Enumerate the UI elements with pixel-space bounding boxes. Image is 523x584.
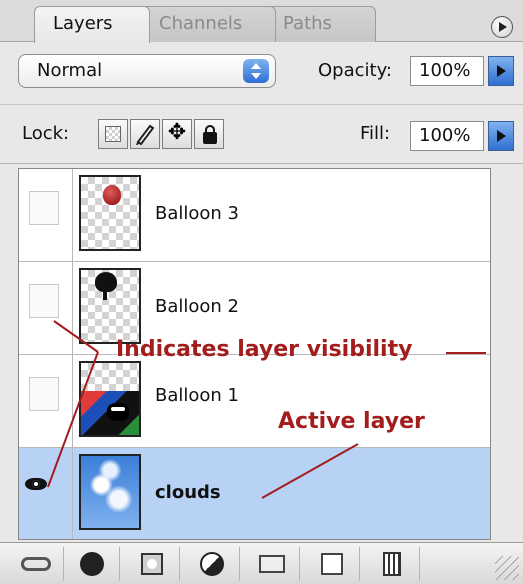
lock-row: Lock: ✥ Fill: 100% <box>0 104 523 164</box>
brush-icon <box>136 124 155 146</box>
resize-grip-icon[interactable] <box>495 556 519 580</box>
visibility-column <box>19 355 73 447</box>
opacity-field[interactable]: 100% <box>410 56 484 86</box>
checker-icon <box>105 126 121 142</box>
adjustment-layer-button[interactable] <box>184 547 240 581</box>
layer-thumbnail <box>79 454 141 530</box>
layer-name: Balloon 3 <box>155 203 239 224</box>
layer-row-balloon-1[interactable]: Balloon 1 <box>19 355 490 448</box>
fill-field[interactable]: 100% <box>410 121 484 151</box>
layer-thumbnail <box>79 268 141 344</box>
fill-slider-button[interactable] <box>488 121 514 151</box>
folder-icon <box>259 555 285 573</box>
layers-panel: Paths Channels Layers Normal Opacity: 10… <box>0 0 523 584</box>
adjustment-layer-icon <box>200 552 224 576</box>
delete-layer-button[interactable] <box>364 547 420 581</box>
layer-thumbnail <box>79 175 141 251</box>
blend-mode-value: Normal <box>37 60 103 81</box>
trash-icon <box>383 552 401 576</box>
layer-style-button[interactable] <box>64 547 120 581</box>
lock-label: Lock: <box>22 123 70 144</box>
layer-name: clouds <box>155 482 221 503</box>
new-group-button[interactable] <box>244 547 300 581</box>
link-icon <box>21 557 51 571</box>
blend-mode-select[interactable]: Normal <box>18 54 276 88</box>
new-layer-icon <box>321 553 343 575</box>
fill-label: Fill: <box>360 123 391 144</box>
tab-channels[interactable]: Channels <box>140 6 276 42</box>
lock-all-button[interactable] <box>194 119 224 149</box>
layer-style-icon <box>80 552 104 576</box>
tab-bar: Paths Channels Layers <box>0 0 523 43</box>
visibility-toggle[interactable] <box>29 191 59 225</box>
layer-row-balloon-3[interactable]: Balloon 3 <box>19 169 490 262</box>
layer-name: Balloon 1 <box>155 385 239 406</box>
visibility-toggle[interactable] <box>29 284 59 318</box>
lock-position-button[interactable]: ✥ <box>162 119 192 149</box>
blend-row: Normal Opacity: 100% <box>0 46 523 98</box>
cow-icon <box>107 403 129 421</box>
link-layers-button[interactable] <box>8 547 64 581</box>
visibility-column <box>19 169 73 261</box>
select-arrows-icon[interactable] <box>243 59 269 83</box>
eye-icon[interactable] <box>25 478 47 490</box>
move-icon: ✥ <box>167 120 187 145</box>
lock-image-pixels-button[interactable] <box>130 119 160 149</box>
padlock-icon <box>203 125 217 144</box>
layer-name: Balloon 2 <box>155 296 239 317</box>
visibility-annotation: Indicates layer visibility <box>116 337 413 362</box>
bottom-toolbar <box>0 542 523 584</box>
visibility-column <box>19 262 73 354</box>
opacity-label: Opacity: <box>318 60 392 81</box>
panel-menu-icon[interactable] <box>491 16 513 38</box>
tab-layers[interactable]: Layers <box>34 6 150 43</box>
black-balloon-icon <box>95 272 117 300</box>
add-mask-button[interactable] <box>124 547 180 581</box>
layer-thumbnail <box>79 361 141 437</box>
layer-mask-icon <box>141 553 163 575</box>
lock-transparent-pixels-button[interactable] <box>98 119 128 149</box>
opacity-slider-button[interactable] <box>488 56 514 86</box>
tab-paths[interactable]: Paths <box>264 6 376 42</box>
layer-row-clouds[interactable]: clouds <box>19 448 490 539</box>
visibility-column <box>19 448 73 539</box>
new-layer-button[interactable] <box>304 547 360 581</box>
clouds-sky-icon <box>81 456 139 528</box>
visibility-toggle[interactable] <box>29 377 59 411</box>
red-balloon-icon <box>103 185 121 205</box>
active-layer-annotation: Active layer <box>278 409 425 434</box>
